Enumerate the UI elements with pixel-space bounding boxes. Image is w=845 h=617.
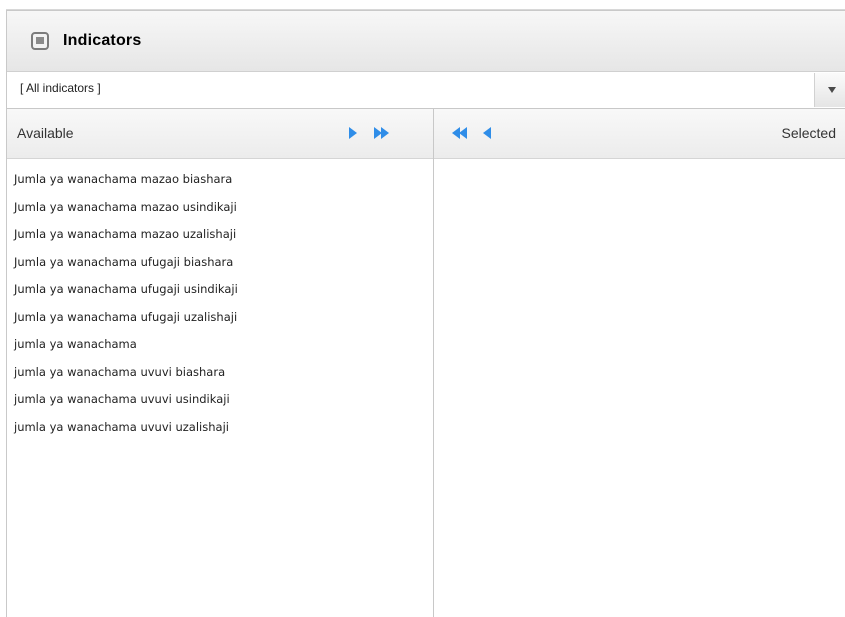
list-item[interactable]: jumla ya wanachama uvuvi uzalishaji [7, 414, 433, 442]
double-arrow-right-icon-second [381, 127, 389, 139]
move-left-button[interactable] [479, 126, 497, 140]
selected-column: Selected [434, 109, 845, 617]
arrow-right-icon [349, 127, 357, 139]
available-list[interactable]: Jumla ya wanachama mazao biashara Jumla … [7, 159, 433, 441]
panel-header: Indicators [7, 11, 845, 72]
list-item[interactable]: Jumla ya wanachama mazao biashara [7, 166, 433, 194]
list-item[interactable]: Jumla ya wanachama ufugaji biashara [7, 249, 433, 277]
list-item[interactable]: jumla ya wanachama uvuvi usindikaji [7, 386, 433, 414]
indicator-select[interactable]: [ All indicators ] [7, 72, 845, 109]
move-all-right-button[interactable] [374, 126, 392, 140]
chevron-down-icon [828, 87, 836, 93]
indicator-transfer-area: Available Jumla ya wanachama mazao biash… [7, 109, 845, 617]
indicators-panel: Indicators [ All indicators ] Available … [6, 10, 845, 617]
list-item[interactable]: Jumla ya wanachama ufugaji usindikaji [7, 276, 433, 304]
panel-title: Indicators [63, 32, 142, 49]
list-item[interactable]: jumla ya wanachama [7, 331, 433, 359]
dropdown-button[interactable] [814, 73, 845, 107]
selected-header: Selected [434, 109, 845, 159]
move-right-button[interactable] [345, 126, 363, 140]
list-item[interactable]: Jumla ya wanachama ufugaji uzalishaji [7, 304, 433, 332]
indicator-select-value: [ All indicators ] [20, 81, 101, 95]
move-all-left-button[interactable] [452, 126, 470, 140]
double-arrow-left-icon-second [459, 127, 467, 139]
available-label: Available [17, 125, 74, 141]
available-header: Available [7, 109, 433, 159]
selected-label: Selected [781, 125, 836, 141]
list-item[interactable]: jumla ya wanachama uvuvi biashara [7, 359, 433, 387]
list-item[interactable]: Jumla ya wanachama mazao uzalishaji [7, 221, 433, 249]
available-column: Available Jumla ya wanachama mazao biash… [7, 109, 434, 617]
list-item[interactable]: Jumla ya wanachama mazao usindikaji [7, 194, 433, 222]
selected-list[interactable] [434, 159, 845, 166]
arrow-left-icon [483, 127, 491, 139]
window-icon [31, 32, 49, 50]
